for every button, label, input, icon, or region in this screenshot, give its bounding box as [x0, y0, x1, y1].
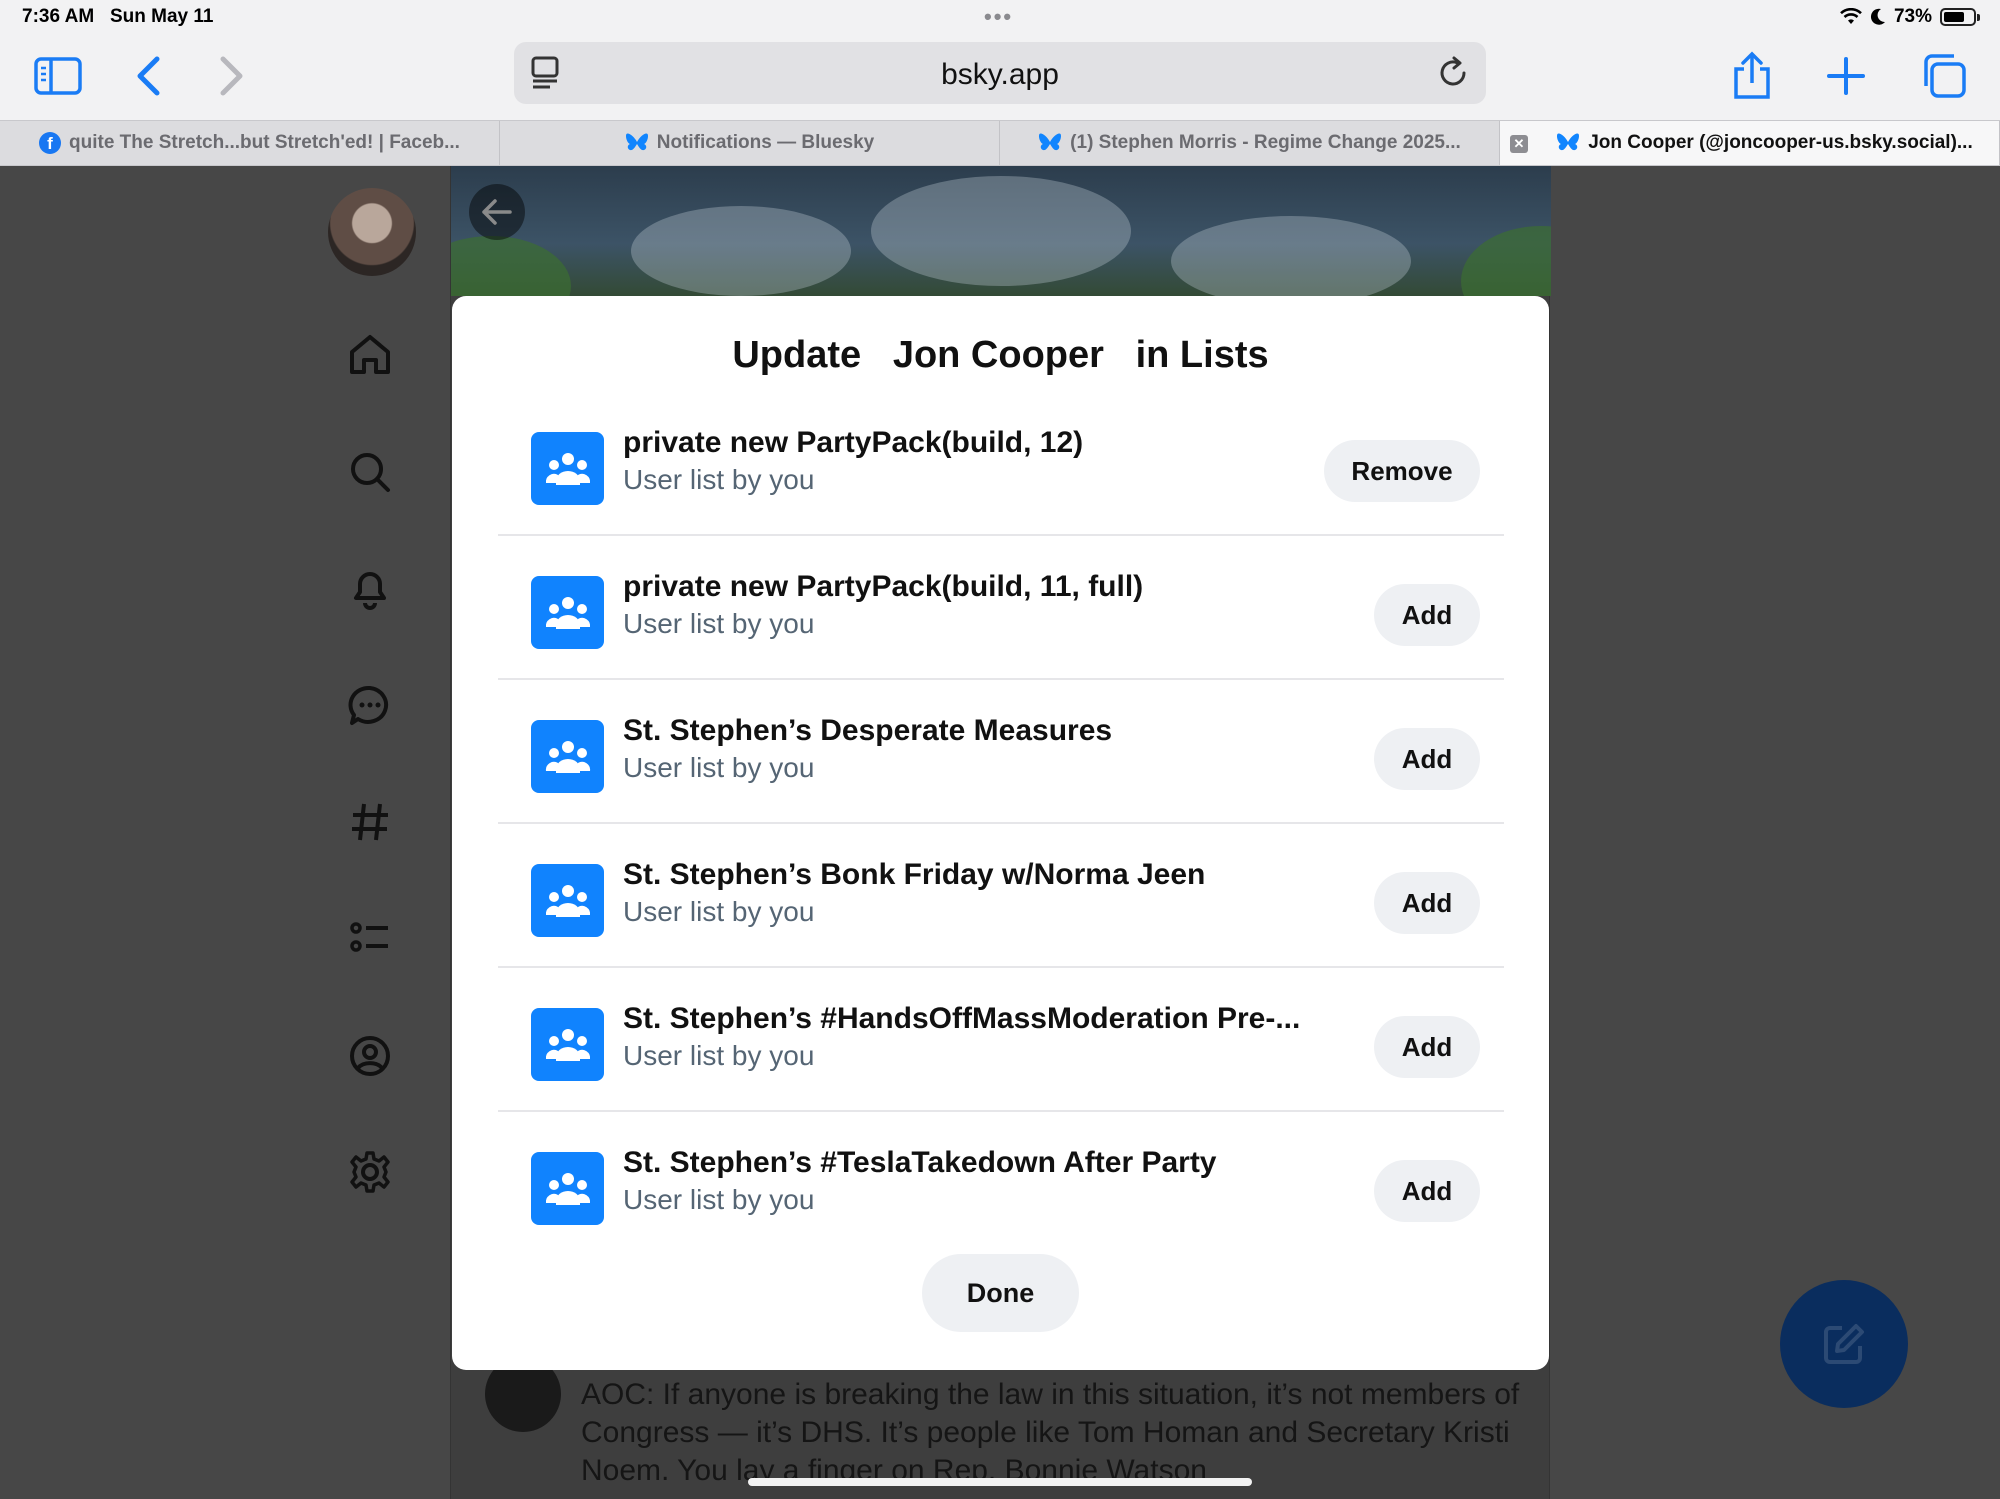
tab-label: Notifications — Bluesky — [656, 132, 875, 153]
back-button[interactable] — [469, 184, 525, 240]
battery-percent: 73% — [1893, 6, 1932, 27]
user-lists: private new PartyPack(build, 12) User li… — [498, 392, 1504, 1232]
wifi-icon — [1840, 8, 1862, 24]
arrow-left-icon — [482, 199, 512, 225]
tab-stephen-morris[interactable]: (1) Stephen Morris - Regime Change 2025.… — [1000, 121, 1500, 165]
chat-icon[interactable] — [342, 678, 398, 734]
list-name: St. Stephen’s #TeslaTakedown After Party — [623, 1146, 1217, 1179]
new-tab-icon[interactable] — [1818, 48, 1874, 104]
multitasking-dots[interactable]: ••• — [984, 4, 1013, 30]
status-bar: 7:36 AM Sun May 11 ••• 73% — [0, 0, 2000, 34]
list-name: St. Stephen’s #HandsOffMassModeration Pr… — [623, 1002, 1301, 1035]
lists-icon[interactable] — [342, 910, 398, 966]
remove-from-list-button[interactable]: Remove — [1324, 440, 1480, 502]
tab-bar: f quite The Stretch...but Stretch'ed! | … — [0, 120, 2000, 166]
add-to-list-button[interactable]: Add — [1374, 872, 1480, 934]
status-time: 7:36 AM Sun May 11 — [22, 6, 214, 27]
status-indicators: 73% — [1840, 6, 1980, 28]
avatar[interactable] — [328, 188, 416, 276]
user-group-icon — [531, 576, 604, 649]
back-arrow-icon[interactable] — [120, 48, 176, 104]
list-item: St. Stephen’s #HandsOffMassModeration Pr… — [498, 968, 1504, 1112]
list-subtitle: User list by you — [623, 752, 815, 783]
user-group-icon — [531, 720, 604, 793]
address-bar[interactable]: bsky.app — [514, 42, 1486, 104]
tab-jon-cooper[interactable]: ✕ Jon Cooper (@joncooper-us.bsky.social)… — [1500, 121, 2000, 165]
battery-icon — [1940, 8, 1980, 26]
bluesky-butterfly-icon — [625, 133, 648, 151]
list-item: private new PartyPack(build, 12) User li… — [498, 392, 1504, 536]
list-subtitle: User list by you — [623, 1184, 815, 1215]
browser-toolbar: bsky.app — [0, 34, 2000, 120]
list-name: St. Stephen’s Bonk Friday w/Norma Jeen — [623, 858, 1206, 891]
hashtag-icon[interactable] — [342, 794, 398, 850]
list-subtitle: User list by you — [623, 896, 815, 927]
post-text: AOC: If anyone is breaking the law in th… — [581, 1378, 1520, 1487]
reload-icon[interactable] — [1436, 56, 1470, 95]
profile-banner-image — [451, 166, 1551, 296]
home-icon[interactable] — [342, 326, 398, 382]
bell-icon[interactable] — [342, 560, 398, 616]
gear-icon[interactable] — [342, 1144, 398, 1200]
list-name: private new PartyPack(build, 11, full) — [623, 570, 1144, 603]
list-item: St. Stephen’s #TeslaTakedown After Party… — [498, 1112, 1504, 1232]
compose-button[interactable] — [1780, 1280, 1908, 1408]
done-button[interactable]: Done — [922, 1254, 1079, 1332]
user-group-icon — [531, 1008, 604, 1081]
search-icon[interactable] — [342, 444, 398, 500]
tab-label: (1) Stephen Morris - Regime Change 2025.… — [1070, 132, 1461, 153]
list-subtitle: User list by you — [623, 1040, 815, 1071]
forward-arrow-icon[interactable] — [204, 48, 260, 104]
tab-facebook[interactable]: f quite The Stretch...but Stretch'ed! | … — [0, 121, 500, 165]
sidebar-toggle-icon[interactable] — [30, 48, 86, 104]
add-to-list-button[interactable]: Add — [1374, 1016, 1480, 1078]
tab-label: Jon Cooper (@joncooper-us.bsky.social)..… — [1588, 132, 1973, 153]
add-to-list-button[interactable]: Add — [1374, 584, 1480, 646]
add-to-list-button[interactable]: Add — [1374, 1160, 1480, 1222]
user-group-icon — [531, 864, 604, 937]
list-subtitle: User list by you — [623, 464, 815, 495]
tab-notifications[interactable]: Notifications — Bluesky — [500, 121, 1000, 165]
bluesky-butterfly-icon — [1039, 133, 1062, 151]
dialog-title: Update Jon Cooper in Lists — [732, 334, 1269, 376]
tab-overview-icon[interactable] — [1916, 48, 1972, 104]
close-tab-icon[interactable]: ✕ — [1510, 135, 1528, 153]
compose-pencil-icon — [1824, 1324, 1864, 1364]
left-navigation — [320, 166, 430, 1499]
add-to-list-button[interactable]: Add — [1374, 728, 1480, 790]
user-group-icon — [531, 432, 604, 505]
list-item: private new PartyPack(build, 11, full) U… — [498, 536, 1504, 680]
moon-icon — [1870, 8, 1885, 25]
profile-icon[interactable] — [342, 1028, 398, 1084]
facebook-icon: f — [39, 132, 62, 154]
home-indicator[interactable] — [748, 1478, 1252, 1486]
list-item: St. Stephen’s Desperate Measures User li… — [498, 680, 1504, 824]
bluesky-butterfly-icon — [1557, 133, 1580, 151]
list-item: St. Stephen’s Bonk Friday w/Norma Jeen U… — [498, 824, 1504, 968]
list-name: private new PartyPack(build, 12) — [623, 426, 1084, 459]
list-subtitle: User list by you — [623, 608, 815, 639]
tab-label: quite The Stretch...but Stretch'ed! | Fa… — [69, 132, 460, 153]
list-name: St. Stephen’s Desperate Measures — [623, 714, 1113, 747]
user-group-icon — [531, 1152, 604, 1225]
share-icon[interactable] — [1724, 48, 1780, 104]
url-text: bsky.app — [941, 58, 1059, 91]
update-lists-dialog: Update Jon Cooper in Lists private new P… — [452, 296, 1549, 1370]
